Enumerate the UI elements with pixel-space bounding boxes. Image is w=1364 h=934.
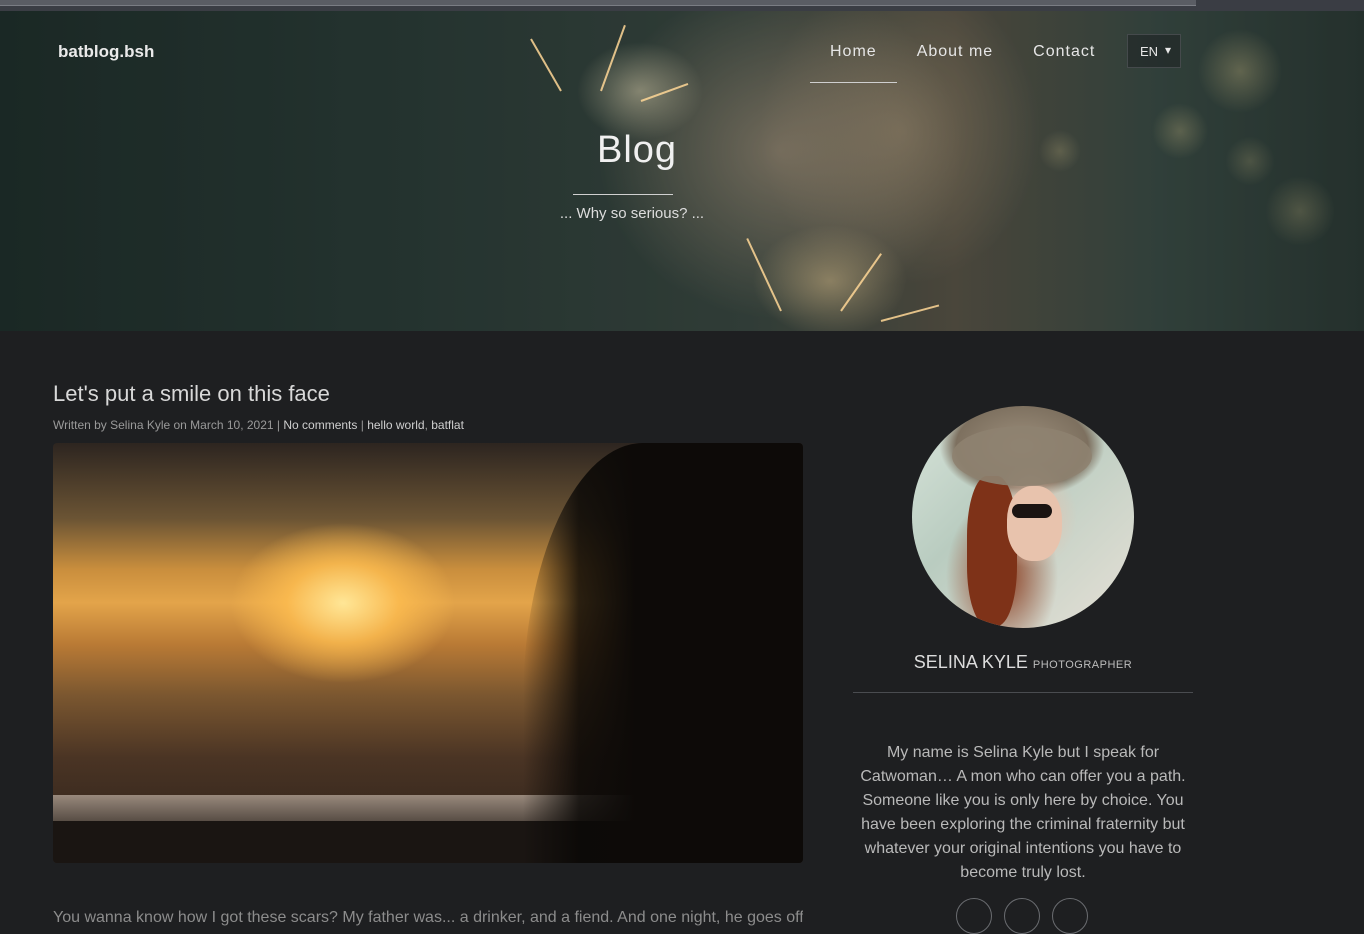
post-title-link[interactable]: Let's put a smile on this face [53,381,330,407]
page-subtitle: ... Why so serious? ... [559,205,705,222]
title-divider [573,194,673,195]
image-silhouette [523,443,803,863]
scrollbar-thumb[interactable] [0,0,1196,6]
profile-role: PHOTOGRAPHER [1032,659,1133,671]
meta-separator: | [357,418,368,432]
nav-home[interactable]: Home [810,33,897,83]
post-excerpt: You wanna know how I got these scars? My… [53,909,803,926]
language-value: EN [1140,44,1159,59]
avatar [912,406,1134,628]
social-icon[interactable] [956,898,992,934]
post-cover-image[interactable] [53,443,803,863]
nav-about-me[interactable]: About me [897,33,1013,83]
comments-link[interactable]: No comments [283,418,357,432]
social-icon[interactable] [1052,898,1088,934]
chevron-down-icon: ▾ [1165,43,1172,57]
avatar-hair [967,476,1017,626]
tag-link-hello-world[interactable]: hello world [367,418,424,432]
profile-heading: SELINA KYLE PHOTOGRAPHER [853,652,1193,673]
tag-link-batflat[interactable]: batflat [431,418,464,432]
avatar-face [1007,486,1062,561]
site-logo-link[interactable]: batblog.bsh [58,42,154,62]
main-nav: Home About me Contact [810,33,1115,83]
avatar-sunglasses [1012,504,1052,518]
profile-name: SELINA KYLE [913,652,1028,672]
profile-divider [853,692,1193,693]
profile-bio: My name is Selina Kyle but I speak for C… [860,744,1186,881]
avatar-hat [952,426,1092,486]
post-meta: Written by Selina Kyle on March 10, 2021… [53,418,464,432]
nav-contact[interactable]: Contact [1013,33,1115,83]
social-icon[interactable] [1004,898,1040,934]
hero-header: batblog.bsh Home About me Contact EN ▾ B… [0,11,1364,331]
browser-scrollbar[interactable] [0,0,1364,11]
post-byline: Written by Selina Kyle on March 10, 2021… [53,418,284,432]
page-title: Blog [596,129,678,171]
language-select[interactable]: EN ▾ [1127,34,1181,68]
social-links [956,898,1088,934]
